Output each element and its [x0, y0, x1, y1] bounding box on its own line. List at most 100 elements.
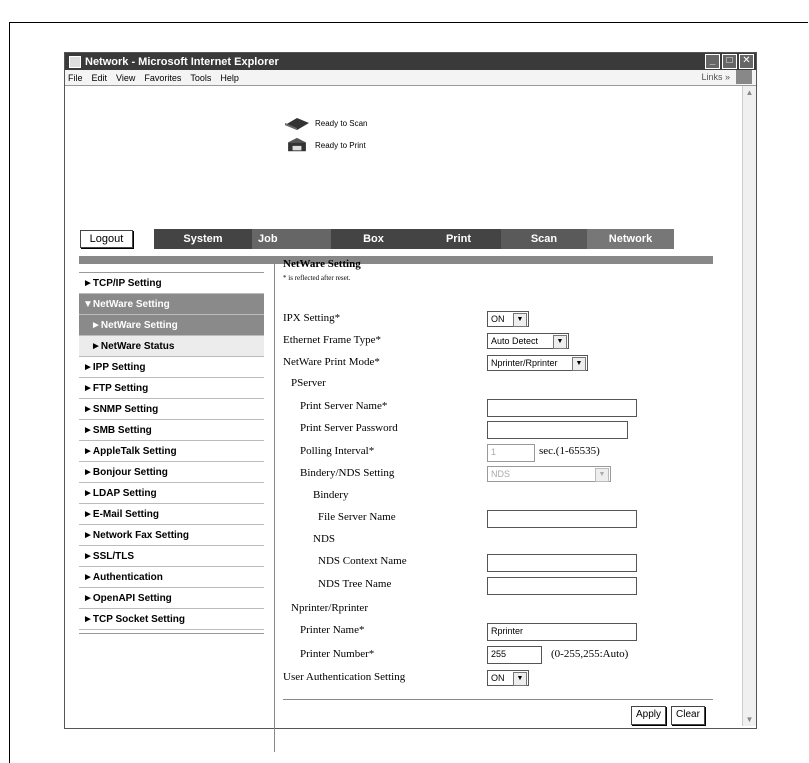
ipx-label: IPX Setting* [283, 312, 341, 324]
menu-view[interactable]: View [116, 73, 135, 83]
menu-bar: File Edit View Favorites Tools Help Link… [65, 70, 756, 86]
printer-number-input[interactable]: 255 [487, 646, 542, 664]
menu-help[interactable]: Help [220, 73, 239, 83]
sidebar-item-ssl-tls[interactable]: ►SSL/TLS [79, 546, 264, 567]
print-status: Ready to Print [283, 134, 367, 156]
maximize-icon[interactable]: □ [722, 54, 737, 69]
page-title: NetWare Setting [283, 258, 361, 270]
nds-heading: NDS [313, 533, 336, 545]
file-server-name-input[interactable] [487, 510, 637, 528]
scroll-down-icon[interactable]: ▼ [744, 714, 755, 725]
sidebar-item-ftp[interactable]: ►FTP Setting [79, 378, 264, 399]
sidebar: ►TCP/IP Setting ▼NetWare Setting ►NetWar… [79, 272, 264, 634]
tab-box[interactable]: Box [331, 229, 416, 249]
printer-icon [288, 137, 306, 152]
sidebar-item-snmp[interactable]: ►SNMP Setting [79, 399, 264, 420]
ipx-select[interactable]: ON ▼ [487, 311, 529, 327]
reset-note: * is reflected after reset. [283, 274, 351, 282]
sidebar-item-network-fax[interactable]: ►Network Fax Setting [79, 525, 264, 546]
printer-number-label: Printer Number* [300, 648, 375, 660]
scan-status: Ready to Scan [283, 112, 367, 134]
printer-number-hint: (0-255,255:Auto) [551, 648, 629, 660]
polling-interval-input[interactable]: 1 [487, 444, 535, 462]
print-server-password-label: Print Server Password [300, 422, 398, 434]
browser-window: Network - Microsoft Internet Explorer _ … [64, 52, 757, 752]
sidebar-item-netware[interactable]: ▼NetWare Setting [79, 294, 264, 315]
links-button[interactable]: Links » [701, 72, 730, 82]
bindery-nds-select-value: NDS [491, 469, 511, 479]
nds-tree-name-label: NDS Tree Name [318, 578, 392, 590]
nds-context-name-input[interactable] [487, 554, 637, 572]
sidebar-item-tcpip[interactable]: ►TCP/IP Setting [79, 273, 264, 294]
page-content: Ready to Scan Ready to Print Logout Syst… [65, 86, 741, 752]
frame-type-label: Ethernet Frame Type* [283, 334, 381, 346]
sidebar-subitem-netware-setting[interactable]: ►NetWare Setting [79, 315, 264, 336]
sidebar-item-bonjour[interactable]: ►Bonjour Setting [79, 462, 264, 483]
sidebar-item-tcp-socket[interactable]: ►TCP Socket Setting [79, 609, 264, 630]
content-divider [274, 262, 275, 752]
tab-network[interactable]: Network [587, 229, 674, 249]
print-mode-select-value: Nprinter/Rprinter [491, 358, 558, 368]
bindery-heading: Bindery [313, 489, 349, 501]
tab-system[interactable]: System [154, 229, 252, 249]
windows-logo-icon [736, 70, 752, 84]
scanner-icon [285, 118, 309, 130]
clear-button[interactable]: Clear [671, 706, 705, 725]
sidebar-item-appletalk[interactable]: ►AppleTalk Setting [79, 441, 264, 462]
menu-tools[interactable]: Tools [190, 73, 211, 83]
nds-context-name-label: NDS Context Name [318, 555, 407, 567]
print-server-name-label: Print Server Name* [300, 400, 388, 412]
frame-type-select-value: Auto Detect [491, 336, 539, 346]
menu-edit[interactable]: Edit [92, 73, 108, 83]
window-title: Network - Microsoft Internet Explorer [85, 55, 279, 68]
tab-print[interactable]: Print [416, 229, 501, 249]
user-auth-label: User Authentication Setting [283, 671, 406, 683]
bindery-nds-label: Bindery/NDS Setting [300, 467, 395, 479]
nds-tree-name-input[interactable] [487, 577, 637, 595]
tab-job[interactable]: Job [252, 229, 331, 249]
sidebar-subitem-netware-status[interactable]: ►NetWare Status [79, 336, 264, 357]
sidebar-bottom-line [79, 633, 264, 634]
print-status-text: Ready to Print [315, 140, 366, 150]
close-icon[interactable]: ✕ [739, 54, 754, 69]
polling-interval-label: Polling Interval* [300, 445, 375, 457]
device-status: Ready to Scan Ready to Print [283, 112, 367, 156]
print-mode-select[interactable]: Nprinter/Rprinter ▼ [487, 355, 588, 371]
sidebar-item-openapi[interactable]: ►OpenAPI Setting [79, 588, 264, 609]
logout-button[interactable]: Logout [80, 230, 133, 248]
main-tabs: System Job Box Print Scan Network [154, 229, 674, 249]
user-auth-select-value: ON [491, 673, 505, 683]
chevron-down-icon: ▼ [553, 335, 567, 349]
ipx-select-value: ON [491, 314, 505, 324]
nprinter-heading: Nprinter/Rprinter [291, 602, 368, 614]
menu-favorites[interactable]: Favorites [144, 73, 181, 83]
ie-app-icon [69, 55, 81, 68]
sidebar-item-ldap[interactable]: ►LDAP Setting [79, 483, 264, 504]
apply-button[interactable]: Apply [631, 706, 667, 725]
sidebar-item-authentication[interactable]: ►Authentication [79, 567, 264, 588]
chevron-down-icon: ▼ [513, 313, 527, 327]
scroll-up-icon[interactable]: ▲ [744, 87, 755, 98]
sidebar-item-ipp[interactable]: ►IPP Setting [79, 357, 264, 378]
chevron-down-icon: ▼ [572, 357, 586, 371]
sidebar-item-smb[interactable]: ►SMB Setting [79, 420, 264, 441]
chevron-down-icon: ▼ [513, 672, 527, 686]
tab-scan[interactable]: Scan [501, 229, 587, 249]
file-server-name-label: File Server Name [318, 511, 396, 523]
window-controls: _ □ ✕ [705, 54, 754, 69]
printer-name-input[interactable]: Rprinter [487, 623, 637, 641]
chevron-down-icon: ▼ [595, 468, 609, 482]
print-server-password-input[interactable] [487, 421, 628, 439]
frame-type-select[interactable]: Auto Detect ▼ [487, 333, 569, 349]
user-auth-select[interactable]: ON ▼ [487, 670, 529, 686]
sidebar-item-email[interactable]: ►E-Mail Setting [79, 504, 264, 525]
vertical-scrollbar[interactable]: ▲ ▼ [742, 86, 756, 726]
print-server-name-input[interactable] [487, 399, 637, 417]
form-separator [283, 699, 713, 700]
minimize-icon[interactable]: _ [705, 54, 720, 69]
print-mode-label: NetWare Print Mode* [283, 356, 380, 368]
menu-file[interactable]: File [68, 73, 83, 83]
title-bar: Network - Microsoft Internet Explorer _ … [65, 53, 756, 70]
bindery-nds-select[interactable]: NDS ▼ [487, 466, 611, 482]
printer-name-label: Printer Name* [300, 624, 365, 636]
